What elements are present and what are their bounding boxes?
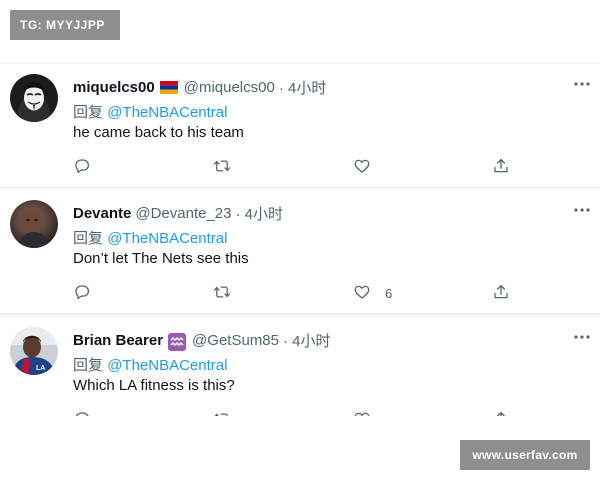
like-count: 6 (385, 285, 393, 301)
share-button[interactable] (492, 283, 510, 303)
reply-feed: miquelcs00 @miquelcs00 · 4小时 回复 @TheNBAC… (0, 62, 600, 416)
more-icon[interactable] (572, 200, 592, 220)
svg-text:LA: LA (36, 365, 45, 372)
tweet[interactable]: LA Brian Bearer @GetSum85 · 4小时 回复 @TheN… (0, 317, 600, 416)
tweet-actions (73, 410, 513, 416)
more-icon[interactable] (572, 74, 592, 94)
avatar[interactable] (10, 200, 58, 248)
author-handle[interactable]: @GetSum85 (192, 332, 279, 349)
reply-button[interactable] (73, 157, 91, 177)
reply-icon (73, 157, 91, 178)
tweet-header: Brian Bearer @GetSum85 · 4小时 (73, 330, 560, 351)
watermark-bottom: www.userfav.com (460, 440, 590, 470)
tweet[interactable]: miquelcs00 @miquelcs00 · 4小时 回复 @TheNBAC… (0, 64, 600, 188)
tweet[interactable]: Devante @Devante_23 · 4小时 回复 @TheNBACent… (0, 190, 600, 314)
reply-prefix: 回复 (73, 230, 104, 247)
tweet-time[interactable]: · 4小时 (279, 77, 327, 98)
author-handle[interactable]: @miquelcs00 (184, 79, 275, 96)
retweet-button[interactable] (213, 410, 231, 416)
like-button[interactable]: 6 (353, 283, 392, 303)
retweet-button[interactable] (213, 283, 231, 303)
like-icon (353, 157, 371, 178)
author-handle[interactable]: @Devante_23 (135, 205, 231, 222)
like-button[interactable] (353, 410, 385, 416)
share-icon (492, 410, 510, 416)
reply-icon (73, 283, 91, 304)
reply-prefix: 回复 (73, 357, 104, 374)
retweet-icon (213, 410, 231, 416)
reply-mention-link[interactable]: @TheNBACentral (107, 357, 227, 374)
avatar[interactable]: LA (10, 327, 58, 375)
reply-context: 回复 @TheNBACentral (73, 354, 227, 375)
like-button[interactable] (353, 157, 385, 177)
author-name[interactable]: miquelcs00 (73, 79, 155, 96)
tweet-actions (73, 157, 513, 177)
tweet-header: miquelcs00 @miquelcs00 · 4小时 (73, 77, 560, 97)
tweet-time[interactable]: · 4小时 (235, 203, 283, 224)
retweet-icon (213, 157, 231, 178)
tweet-text: Don’t let The Nets see this (73, 250, 249, 267)
reply-icon (73, 410, 91, 416)
more-icon[interactable] (572, 327, 592, 347)
armenia-flag-icon (159, 80, 178, 94)
aquarius-emoji-icon (168, 332, 187, 351)
tweet-text: he came back to his team (73, 124, 244, 141)
retweet-button[interactable] (213, 157, 231, 177)
share-icon (492, 157, 510, 178)
tweet-header: Devante @Devante_23 · 4小时 (73, 203, 560, 223)
like-icon (353, 283, 371, 304)
tweet-text: Which LA fitness is this? (73, 377, 235, 394)
reply-mention-link[interactable]: @TheNBACentral (107, 104, 227, 121)
tweet-time[interactable]: · 4小时 (283, 330, 331, 351)
reply-button[interactable] (73, 283, 91, 303)
watermark-top: TG: MYYJJPP (10, 10, 120, 40)
retweet-icon (213, 283, 231, 304)
tweet-actions: 6 (73, 283, 513, 303)
reply-mention-link[interactable]: @TheNBACentral (107, 230, 227, 247)
share-icon (492, 283, 510, 304)
share-button[interactable] (492, 410, 510, 416)
share-button[interactable] (492, 157, 510, 177)
reply-prefix: 回复 (73, 104, 104, 121)
like-icon (353, 410, 371, 416)
author-name[interactable]: Devante (73, 205, 131, 222)
author-name[interactable]: Brian Bearer (73, 332, 163, 349)
reply-context: 回复 @TheNBACentral (73, 101, 227, 122)
reply-context: 回复 @TheNBACentral (73, 227, 227, 248)
reply-button[interactable] (73, 410, 91, 416)
avatar[interactable] (10, 74, 58, 122)
